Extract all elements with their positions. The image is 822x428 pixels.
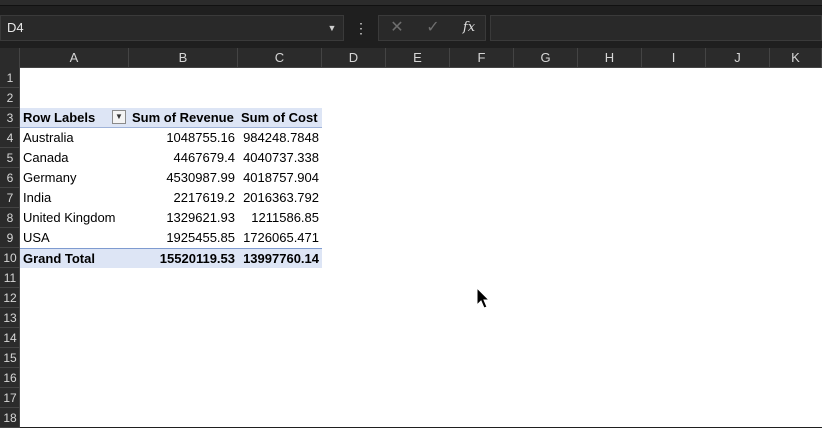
pivot-row-revenue[interactable]: 1925455.85	[129, 228, 238, 248]
row-header[interactable]: 2	[0, 88, 20, 108]
name-box-value: D4	[7, 20, 24, 35]
row-header[interactable]: 12	[0, 288, 20, 308]
column-header-h[interactable]: H	[578, 48, 642, 67]
pivot-row-label[interactable]: USA	[20, 228, 129, 248]
row-header[interactable]: 4	[0, 128, 20, 148]
pivot-row-label[interactable]: India	[20, 188, 129, 208]
pivot-row-label[interactable]: United Kingdom	[20, 208, 129, 228]
worksheet-grid[interactable]: Row Labels ▼ Sum of Revenue Sum of Cost …	[20, 68, 822, 427]
pivot-row-cost[interactable]: 984248.7848	[238, 128, 322, 148]
row-header[interactable]: 13	[0, 308, 20, 328]
column-header-g[interactable]: G	[514, 48, 578, 67]
pivot-row-cost[interactable]: 4018757.904	[238, 168, 322, 188]
row-header[interactable]: 17	[0, 388, 20, 408]
name-box[interactable]: D4 ▼	[0, 15, 344, 41]
pivot-header-revenue[interactable]: Sum of Revenue	[129, 108, 238, 128]
formula-bar: D4 ▼ ⋮ ✕ ✓ fx	[0, 6, 822, 44]
row-header[interactable]: 16	[0, 368, 20, 388]
formula-input[interactable]	[490, 15, 822, 41]
column-header-a[interactable]: A	[20, 48, 129, 67]
formula-bar-options-icon[interactable]: ⋮	[352, 15, 370, 41]
chevron-down-icon[interactable]: ▼	[325, 16, 339, 40]
row-header[interactable]: 15	[0, 348, 20, 368]
row-header[interactable]: 6	[0, 168, 20, 188]
filter-dropdown-icon[interactable]: ▼	[112, 110, 126, 124]
pivot-total-revenue[interactable]: 15520119.53	[129, 248, 238, 268]
pivot-header-row-labels[interactable]: Row Labels ▼	[20, 108, 129, 128]
column-header-j[interactable]: J	[706, 48, 770, 67]
pivot-row-cost[interactable]: 2016363.792	[238, 188, 322, 208]
row-header[interactable]: 10	[0, 248, 20, 268]
pivot-row-label[interactable]: Canada	[20, 148, 129, 168]
pivot-row-cost[interactable]: 1726065.471	[238, 228, 322, 248]
pivot-row-label[interactable]: Germany	[20, 168, 129, 188]
column-header-k[interactable]: K	[770, 48, 822, 67]
pivot-row-revenue[interactable]: 4467679.4	[129, 148, 238, 168]
column-header-d[interactable]: D	[322, 48, 386, 67]
row-headers: 1 2 3 4 5 6 7 8 9 10 11 12 13 14 15 16 1…	[0, 68, 20, 428]
pivot-row-cost[interactable]: 1211586.85	[238, 208, 322, 228]
pivot-row-revenue[interactable]: 4530987.99	[129, 168, 238, 188]
row-header[interactable]: 14	[0, 328, 20, 348]
pivot-header-cost[interactable]: Sum of Cost	[238, 108, 322, 128]
select-all-corner[interactable]	[0, 48, 20, 68]
row-header[interactable]: 11	[0, 268, 20, 288]
pivot-header-row-labels-text: Row Labels	[23, 110, 96, 125]
pivot-total-cost[interactable]: 13997760.14	[238, 248, 322, 268]
column-header-c[interactable]: C	[238, 48, 322, 67]
row-header[interactable]: 3	[0, 108, 20, 128]
pivot-row-revenue[interactable]: 1329621.93	[129, 208, 238, 228]
column-header-e[interactable]: E	[386, 48, 450, 67]
pivot-row-label[interactable]: Australia	[20, 128, 129, 148]
row-header[interactable]: 18	[0, 408, 20, 428]
pivot-row-revenue[interactable]: 2217619.2	[129, 188, 238, 208]
pivot-row-revenue[interactable]: 1048755.16	[129, 128, 238, 148]
close-icon[interactable]: ✕	[381, 16, 413, 40]
pivot-total-label[interactable]: Grand Total	[20, 248, 129, 268]
column-headers: A B C D E F G H I J K	[0, 48, 822, 68]
row-header[interactable]: 5	[0, 148, 20, 168]
row-header[interactable]: 9	[0, 228, 20, 248]
mouse-pointer-icon	[476, 287, 490, 309]
pivot-row-cost[interactable]: 4040737.338	[238, 148, 322, 168]
column-header-b[interactable]: B	[129, 48, 238, 67]
fx-icon[interactable]: fx	[453, 16, 485, 40]
column-header-i[interactable]: I	[642, 48, 706, 67]
column-header-f[interactable]: F	[450, 48, 514, 67]
formula-buttons: ✕ ✓ fx	[378, 15, 486, 41]
row-header[interactable]: 8	[0, 208, 20, 228]
row-header[interactable]: 1	[0, 68, 20, 88]
check-icon[interactable]: ✓	[417, 16, 449, 40]
row-header[interactable]: 7	[0, 188, 20, 208]
